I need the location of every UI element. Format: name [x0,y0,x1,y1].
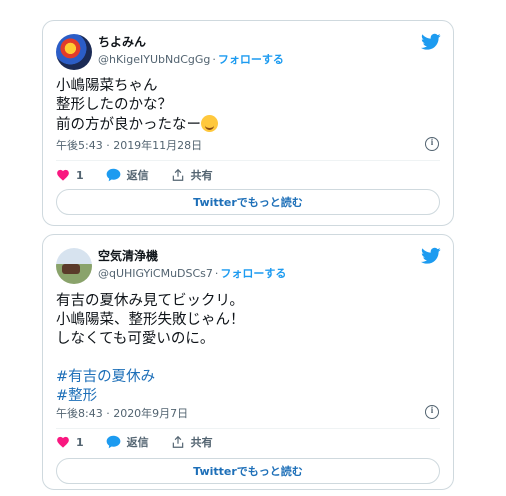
tweet-text: 有吉の夏休み見てビックリ。 小嶋陽菜、整形失敗じゃん！ しなくても可愛いのに。 … [56,292,245,406]
like-count: 1 [76,435,84,449]
author-name[interactable]: ちよみん [98,33,146,50]
follow-button[interactable]: フォローする [218,53,284,66]
share-label: 共有 [190,436,213,449]
handle-row: @hKigeIYUbNdCgGg · フォローする [98,51,284,67]
twitter-bird-icon[interactable] [421,247,441,265]
tweet-line: 小嶋陽菜ちゃん [56,78,158,94]
relieved-face-emoji [201,115,218,132]
share-button[interactable]: 共有 [171,167,213,183]
heart-icon [57,169,69,181]
divider [56,428,440,429]
heart-icon [57,436,69,448]
reply-label: 返信 [126,436,149,449]
reply-button[interactable]: 返信 [106,167,149,183]
read-more-button[interactable]: Twitterでもっと読む [56,458,440,484]
tweet-line: しなくても可愛いのに。 [56,331,215,347]
horse-figure [62,264,80,274]
author-handle[interactable]: @hKigeIYUbNdCgGg [98,53,210,66]
tweet-timestamp[interactable]: 午後8:43 · 2020年9月7日 [56,405,188,421]
info-icon[interactable] [425,405,439,419]
tweet-line: 前の方が良かったなー [56,115,218,134]
tweet-line-text: 前の方が良かったなー [56,117,201,133]
like-button[interactable]: 1 [56,168,84,182]
tweet-card-2: 空気清浄機 @qUHIGYiCMuDSCs7 · フォローする 有吉の夏休み見てビッ… [42,234,454,490]
tweet-line: 小嶋陽菜、整形失敗じゃん！ [56,312,245,328]
hashtag-link[interactable]: #有吉の夏休み [56,368,245,387]
hashtag-link[interactable]: #整形 [56,387,245,406]
action-bar: 1 返信 共有 [56,167,235,183]
reply-button[interactable]: 返信 [106,434,149,450]
reply-bubble-icon [106,168,121,182]
follow-button[interactable]: フォローする [220,267,286,280]
reply-bubble-icon [106,435,121,449]
like-button[interactable]: 1 [56,435,84,449]
twitter-bird-icon[interactable] [421,33,441,51]
share-icon [172,435,183,448]
avatar[interactable] [56,34,92,70]
handle-row: @qUHIGYiCMuDSCs7 · フォローする [98,265,286,281]
share-icon [172,168,183,181]
separator-dot: · [212,53,216,66]
tweet-line: 整形したのかな？ [56,97,172,113]
tweet-card-1: ちよみん @hKigeIYUbNdCgGg · フォローする 小嶋陽菜ちゃん 整形し… [42,20,454,226]
separator-dot: · [214,267,219,280]
tweet-line: 有吉の夏休み見てビックリ。 [56,293,244,309]
author-name[interactable]: 空気清浄機 [98,247,158,264]
tweet-timestamp[interactable]: 午後5:43 · 2019年11月28日 [56,137,202,153]
tweet-text: 小嶋陽菜ちゃん 整形したのかな？ 前の方が良かったなー [56,77,218,134]
share-label: 共有 [190,169,213,182]
info-icon[interactable] [425,137,439,151]
like-count: 1 [76,168,84,182]
avatar[interactable] [56,248,92,284]
divider [56,160,440,161]
share-button[interactable]: 共有 [171,434,213,450]
action-bar: 1 返信 共有 [56,434,235,450]
reply-label: 返信 [126,169,149,182]
read-more-button[interactable]: Twitterでもっと読む [56,189,440,215]
author-handle[interactable]: @qUHIGYiCMuDSCs7 [98,267,213,280]
